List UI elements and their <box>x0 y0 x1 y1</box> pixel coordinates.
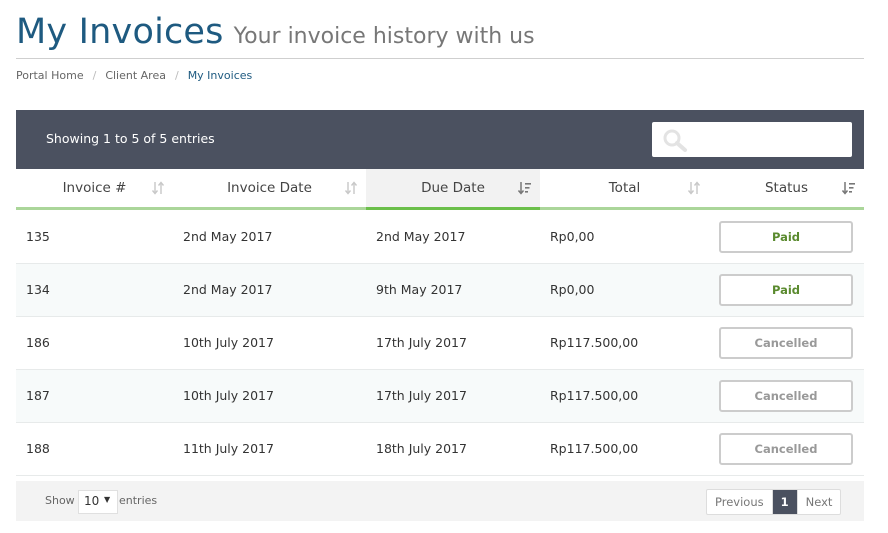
page-subtitle: Your invoice history with us <box>233 24 535 49</box>
breadcrumb-client-area[interactable]: Client Area <box>105 69 166 82</box>
breadcrumb-my-invoices: My Invoices <box>187 68 253 82</box>
due-date-cell: 2nd May 2017 <box>376 229 466 244</box>
next-page-button[interactable]: Next <box>798 490 841 514</box>
column-header-invoice-date[interactable]: Invoice Date <box>173 169 366 210</box>
sort-icon <box>687 181 701 195</box>
sort-icon <box>344 181 358 195</box>
invoice-date-cell: 2nd May 2017 <box>183 229 273 244</box>
show-label: Show <box>45 494 75 507</box>
invoice-date-cell: 10th July 2017 <box>183 388 274 403</box>
invoice-number-cell: 187 <box>26 388 50 403</box>
invoice-date-cell: 10th July 2017 <box>183 335 274 350</box>
table-row[interactable]: 135 2nd May 2017 2nd May 2017 Rp0,00 Pai… <box>16 211 864 264</box>
status-badge: Cancelled <box>719 433 853 465</box>
table-row[interactable]: 186 10th July 2017 17th July 2017 Rp117.… <box>16 317 864 370</box>
table-row[interactable]: 187 10th July 2017 17th July 2017 Rp117.… <box>16 370 864 423</box>
column-header-label: Invoice Date <box>227 180 312 196</box>
entries-length-select[interactable]: 10 ▼ <box>78 490 118 514</box>
total-cell: Rp117.500,00 <box>550 388 639 403</box>
due-date-cell: 17th July 2017 <box>376 335 467 350</box>
table-footer: Show 10 ▼ entries Previous 1 Next <box>16 481 864 521</box>
invoice-number-cell: 134 <box>26 282 50 297</box>
page-1-button[interactable]: 1 <box>772 490 798 514</box>
total-cell: Rp117.500,00 <box>550 441 639 456</box>
due-date-cell: 17th July 2017 <box>376 388 467 403</box>
breadcrumb: Portal Home / Client Area / My Invoices <box>16 67 252 83</box>
invoice-number-cell: 188 <box>26 441 50 456</box>
search-input[interactable] <box>692 128 846 152</box>
invoice-number-cell: 186 <box>26 335 50 350</box>
column-header-label: Status <box>764 180 809 196</box>
previous-page-button[interactable]: Previous <box>707 490 773 514</box>
sort-descending-icon <box>518 182 531 195</box>
breadcrumb-separator: / <box>174 68 179 82</box>
column-header-label: Due Date <box>421 180 485 196</box>
search-icon <box>663 129 687 152</box>
status-badge: Paid <box>719 221 853 253</box>
pagination: Previous 1 Next <box>706 489 842 515</box>
total-cell: Rp117.500,00 <box>550 335 639 350</box>
entries-label: entries <box>119 494 158 507</box>
column-header-invoice-number[interactable]: Invoice # <box>16 169 173 210</box>
table-toolbar: Showing 1 to 5 of 5 entries <box>16 110 864 169</box>
column-header-label: Total <box>608 180 641 196</box>
invoice-date-cell: 11th July 2017 <box>183 441 274 456</box>
column-header-label: Invoice # <box>62 180 127 196</box>
entries-info: Showing 1 to 5 of 5 entries <box>46 131 215 146</box>
breadcrumb-portal-home[interactable]: Portal Home <box>16 69 84 82</box>
table-row[interactable]: 188 11th July 2017 18th July 2017 Rp117.… <box>16 423 864 476</box>
total-cell: Rp0,00 <box>550 282 595 297</box>
sort-descending-icon <box>842 182 855 195</box>
invoice-number-cell: 135 <box>26 229 50 244</box>
entries-length-value: 10 <box>84 494 100 508</box>
column-header-due-date[interactable]: Due Date <box>366 169 540 210</box>
page-header: My Invoices Your invoice history with us <box>16 10 864 59</box>
table-header: Invoice # Invoice Date Due Date Total St… <box>16 169 864 210</box>
invoices-page: My Invoices Your invoice history with us… <box>0 0 888 533</box>
status-badge: Paid <box>719 274 853 306</box>
sort-icon <box>151 181 165 195</box>
due-date-cell: 9th May 2017 <box>376 282 463 297</box>
breadcrumb-separator: / <box>92 68 97 82</box>
status-badge: Cancelled <box>719 327 853 359</box>
column-header-total[interactable]: Total <box>540 169 709 210</box>
search-box[interactable] <box>652 122 852 157</box>
invoice-date-cell: 2nd May 2017 <box>183 282 273 297</box>
table-row[interactable]: 134 2nd May 2017 9th May 2017 Rp0,00 Pai… <box>16 264 864 317</box>
column-header-status[interactable]: Status <box>709 169 864 210</box>
status-badge: Cancelled <box>719 380 853 412</box>
total-cell: Rp0,00 <box>550 229 595 244</box>
page-title: My Invoices <box>16 12 224 52</box>
due-date-cell: 18th July 2017 <box>376 441 467 456</box>
chevron-down-icon: ▼ <box>104 495 111 504</box>
